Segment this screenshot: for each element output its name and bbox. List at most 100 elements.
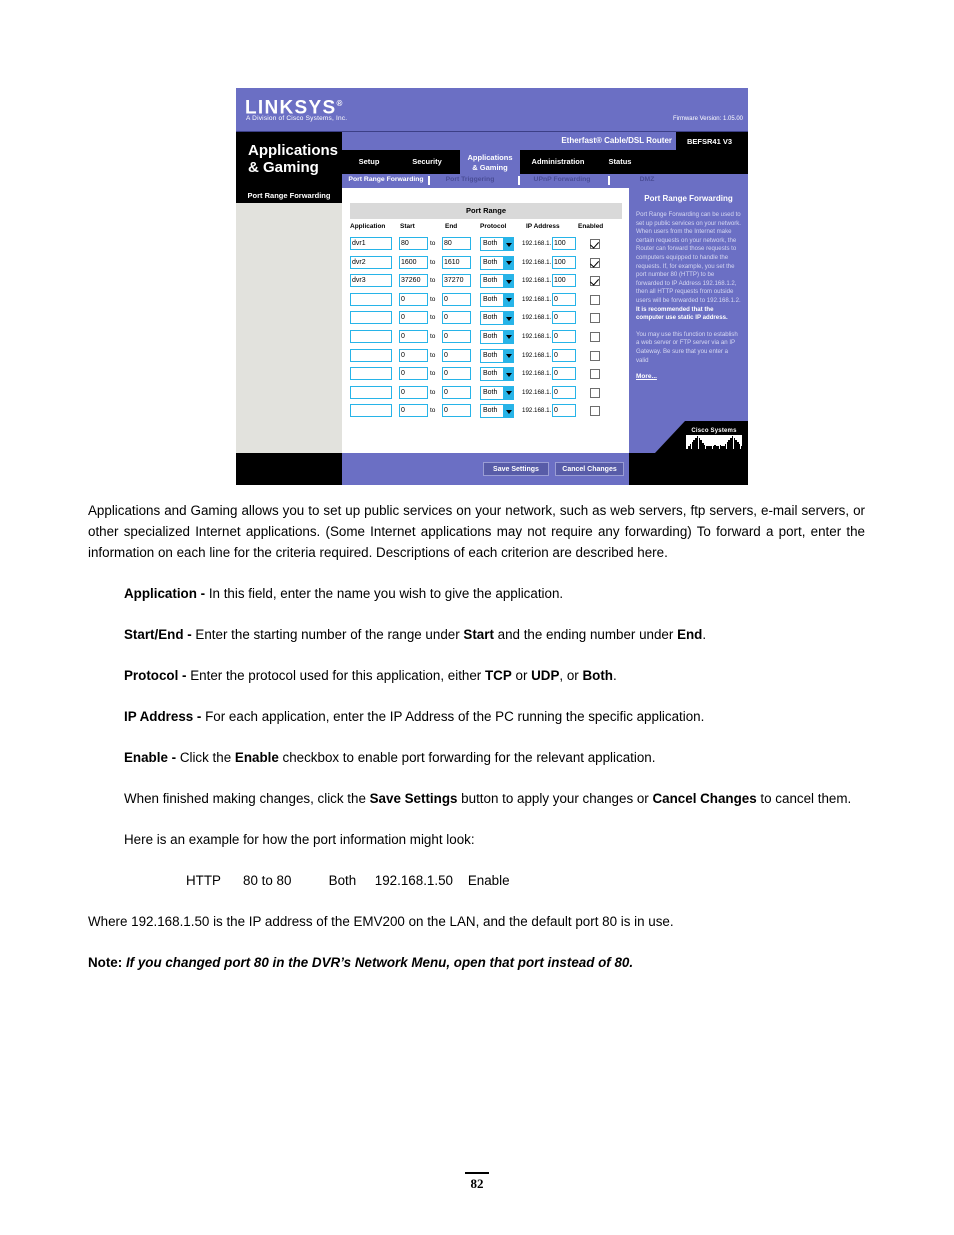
end-port-input[interactable]: 0 bbox=[442, 311, 471, 325]
tab-setup[interactable]: Setup bbox=[344, 150, 394, 174]
chevron-down-icon[interactable] bbox=[502, 293, 513, 306]
ip-last-octet-input[interactable]: 100 bbox=[552, 255, 576, 269]
chevron-down-icon[interactable] bbox=[502, 330, 513, 343]
subtab-port-range-forwarding[interactable]: Port Range Forwarding bbox=[346, 176, 426, 183]
ip-last-octet-input[interactable]: 0 bbox=[552, 348, 576, 362]
application-input[interactable] bbox=[350, 367, 392, 381]
ip-last-octet-input[interactable]: 0 bbox=[552, 311, 576, 325]
enabled-checkbox[interactable] bbox=[590, 294, 600, 305]
application-input[interactable] bbox=[350, 292, 392, 306]
enabled-checkbox[interactable] bbox=[590, 387, 600, 398]
protocol-select[interactable]: Both bbox=[480, 367, 514, 382]
start-port-input[interactable]: 0 bbox=[399, 404, 428, 418]
end-port-input[interactable]: 37270 bbox=[442, 274, 471, 288]
end-port-input[interactable]: 0 bbox=[442, 348, 471, 362]
tab-security[interactable]: Security bbox=[398, 150, 456, 174]
application-input[interactable] bbox=[350, 348, 392, 362]
chevron-down-icon[interactable] bbox=[502, 368, 513, 381]
enabled-checkbox[interactable] bbox=[590, 257, 600, 268]
chevron-down-icon[interactable] bbox=[502, 349, 513, 362]
application-input[interactable]: dvr3 bbox=[350, 274, 392, 288]
enabled-checkbox[interactable] bbox=[590, 350, 600, 361]
protocol-select[interactable]: Both bbox=[480, 292, 514, 307]
ip-last-octet-input[interactable]: 0 bbox=[552, 329, 576, 343]
subtab-dmz[interactable]: DMZ bbox=[612, 176, 682, 183]
chevron-down-icon[interactable] bbox=[502, 238, 513, 250]
help-more-link[interactable]: More... bbox=[629, 373, 748, 380]
protocol-select[interactable]: Both bbox=[480, 329, 514, 344]
to-label: to bbox=[430, 407, 436, 415]
protocol-definition: Protocol - Enter the protocol used for t… bbox=[0, 665, 954, 686]
firmware-version: Firmware Version: 1.05.00 bbox=[672, 116, 743, 122]
example-lead-paragraph: Here is an example for how the port info… bbox=[124, 832, 475, 847]
tab-administration[interactable]: Administration bbox=[522, 150, 594, 174]
chevron-down-icon[interactable] bbox=[502, 256, 513, 269]
enabled-checkbox[interactable] bbox=[590, 369, 600, 380]
end-port-input[interactable]: 0 bbox=[442, 367, 471, 381]
protocol-select[interactable]: Both bbox=[480, 255, 514, 270]
table-row: 0 to 0 Both 192.168.1. 0 bbox=[350, 347, 622, 366]
startend-text-3: . bbox=[702, 627, 707, 642]
end-port-input[interactable]: 0 bbox=[442, 292, 471, 306]
protocol-select[interactable]: Both bbox=[480, 237, 514, 251]
protocol-select[interactable]: Both bbox=[480, 385, 514, 400]
enabled-checkbox[interactable] bbox=[590, 239, 600, 249]
router-footer: Save Settings Cancel Changes bbox=[236, 453, 748, 485]
tab-applications-gaming[interactable]: Applications & Gaming bbox=[460, 150, 520, 174]
enabled-checkbox[interactable] bbox=[590, 313, 600, 324]
enabled-checkbox[interactable] bbox=[590, 406, 600, 417]
protocol-select[interactable]: Both bbox=[480, 274, 514, 289]
table-row: 0 to 0 Both 192.168.1. 0 bbox=[350, 328, 622, 347]
tab-status[interactable]: Status bbox=[598, 150, 642, 174]
start-port-input[interactable]: 0 bbox=[399, 311, 428, 325]
ip-last-octet-input[interactable]: 0 bbox=[552, 367, 576, 381]
enabled-checkbox[interactable] bbox=[590, 276, 600, 287]
end-port-input[interactable]: 80 bbox=[442, 237, 471, 250]
save-settings-button[interactable]: Save Settings bbox=[483, 462, 549, 476]
enabled-checkbox[interactable] bbox=[590, 331, 600, 342]
ip-last-octet-input[interactable]: 0 bbox=[552, 292, 576, 306]
start-port-input[interactable]: 0 bbox=[399, 329, 428, 343]
protocol-select[interactable]: Both bbox=[480, 404, 514, 419]
table-row: dvr3 37260 to 37270 Both 192.168.1. 100 bbox=[350, 272, 622, 291]
chevron-down-icon[interactable] bbox=[502, 405, 513, 418]
end-port-input[interactable]: 0 bbox=[442, 385, 471, 399]
application-input[interactable]: dvr1 bbox=[350, 237, 392, 250]
protocol-select[interactable]: Both bbox=[480, 311, 514, 326]
application-input[interactable] bbox=[350, 329, 392, 343]
application-input[interactable] bbox=[350, 385, 392, 399]
subtab-upnp-forwarding[interactable]: UPnP Forwarding bbox=[522, 176, 602, 183]
end-port-input[interactable]: 1610 bbox=[442, 255, 471, 269]
ip-prefix-label: 192.168.1. bbox=[522, 240, 552, 247]
ip-last-octet-input[interactable]: 100 bbox=[552, 274, 576, 288]
start-port-input[interactable]: 0 bbox=[399, 292, 428, 306]
startend-bold-end: End bbox=[677, 627, 703, 642]
example-row: HTTP 80 to 80 Both 192.168.1.50 Enable bbox=[186, 873, 510, 888]
end-port-input[interactable]: 0 bbox=[442, 404, 471, 418]
start-port-input[interactable]: 0 bbox=[399, 348, 428, 362]
chevron-down-icon[interactable] bbox=[502, 275, 513, 288]
ip-last-octet-input[interactable]: 100 bbox=[552, 237, 576, 250]
subtab-port-triggering[interactable]: Port Triggering bbox=[432, 176, 508, 183]
chevron-down-icon[interactable] bbox=[502, 386, 513, 399]
chevron-down-icon[interactable] bbox=[502, 312, 513, 325]
application-input[interactable] bbox=[350, 311, 392, 325]
application-description: In this field, enter the name you wish t… bbox=[208, 586, 564, 601]
end-port-input[interactable]: 0 bbox=[442, 329, 471, 343]
linksys-tagline: A Division of Cisco Systems, Inc. bbox=[246, 115, 348, 122]
start-port-input[interactable]: 80 bbox=[399, 237, 428, 250]
protocol-select-value: Both bbox=[483, 370, 498, 378]
protocol-select-value: Both bbox=[483, 388, 498, 396]
start-port-input[interactable]: 0 bbox=[399, 385, 428, 399]
application-input[interactable] bbox=[350, 404, 392, 418]
cancel-changes-button[interactable]: Cancel Changes bbox=[555, 462, 624, 476]
finish-text-2: button to apply your changes or bbox=[457, 791, 653, 806]
model-strip: Etherfast® Cable/DSL Router BEFSR41 V3 bbox=[342, 132, 748, 150]
start-port-input[interactable]: 0 bbox=[399, 367, 428, 381]
start-port-input[interactable]: 37260 bbox=[399, 274, 428, 288]
protocol-select[interactable]: Both bbox=[480, 348, 514, 363]
ip-last-octet-input[interactable]: 0 bbox=[552, 385, 576, 399]
application-input[interactable]: dvr2 bbox=[350, 255, 392, 269]
ip-last-octet-input[interactable]: 0 bbox=[552, 404, 576, 418]
start-port-input[interactable]: 1600 bbox=[399, 255, 428, 269]
